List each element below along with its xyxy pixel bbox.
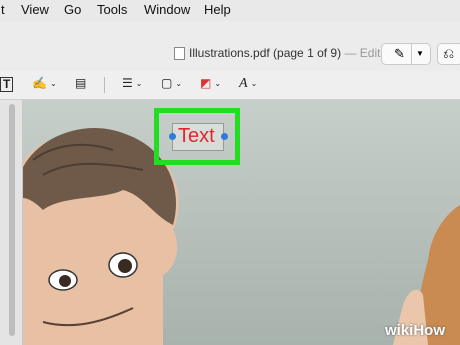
text-box-icon[interactable]: T: [0, 77, 14, 92]
fill-color-tool[interactable]: ◩ ⌄: [200, 76, 221, 94]
pdf-document-icon: [174, 47, 185, 60]
chevron-down-icon: ⌄: [49, 79, 57, 89]
resize-handle-right[interactable]: [221, 133, 228, 140]
document-title: Illustrations.pdf (page 1 of 9) — Edited: [189, 46, 394, 60]
fill-color-icon: ◩: [200, 76, 212, 90]
watermark: wikiHow: [385, 322, 446, 339]
menu-item-help[interactable]: Help: [204, 2, 231, 17]
menu-bar: t View Go Tools Window Help: [0, 0, 460, 22]
resize-handle-left[interactable]: [169, 133, 176, 140]
menu-item-tools[interactable]: Tools: [97, 2, 127, 17]
line-style-icon: ☰: [122, 76, 133, 90]
text-annotation[interactable]: Text: [178, 125, 215, 148]
signature-tool[interactable]: ✍ ⌄: [32, 76, 57, 94]
menu-item-go[interactable]: Go: [64, 2, 81, 17]
pen-icon: ✎: [394, 46, 405, 61]
signature-icon: ✍: [32, 76, 47, 90]
chevron-down-icon: ▼: [416, 49, 424, 58]
document-name: Illustrations.pdf (page 1 of 9): [189, 46, 342, 60]
text-style-icon: A: [239, 76, 248, 91]
chevron-down-icon: ⌄: [175, 79, 183, 89]
menu-item-window[interactable]: Window: [144, 2, 190, 17]
border-color-icon: ▢: [161, 76, 173, 90]
pdf-page-canvas[interactable]: [23, 100, 460, 345]
toolbar-divider: [104, 77, 105, 93]
rotate-icon: ⎌: [443, 45, 455, 61]
button-divider: [411, 44, 412, 64]
sidebar-scrollbar[interactable]: [9, 104, 15, 336]
note-icon[interactable]: ▤: [75, 76, 86, 94]
chevron-down-icon: ⌄: [250, 79, 258, 89]
markup-button[interactable]: ✎ ▼: [381, 43, 431, 65]
illustration-image: [23, 127, 460, 345]
menu-item-edit[interactable]: t: [1, 2, 5, 17]
border-color-tool[interactable]: ▢ ⌄: [161, 76, 182, 94]
menu-item-view[interactable]: View: [21, 2, 49, 17]
thumbnail-sidebar[interactable]: [0, 100, 23, 345]
chevron-down-icon: ⌄: [214, 79, 222, 89]
text-style-tool[interactable]: A ⌄: [239, 76, 257, 94]
markup-toolbar: T ✍ ⌄ ▤ ☰ ⌄ ▢ ⌄ ◩ ⌄ A ⌄: [0, 71, 460, 100]
rotate-button[interactable]: ⎌: [437, 43, 460, 65]
line-style-tool[interactable]: ☰ ⌄: [122, 76, 142, 94]
window-titlebar: Illustrations.pdf (page 1 of 9) — Edited…: [0, 21, 460, 71]
chevron-down-icon: ⌄: [135, 79, 143, 89]
